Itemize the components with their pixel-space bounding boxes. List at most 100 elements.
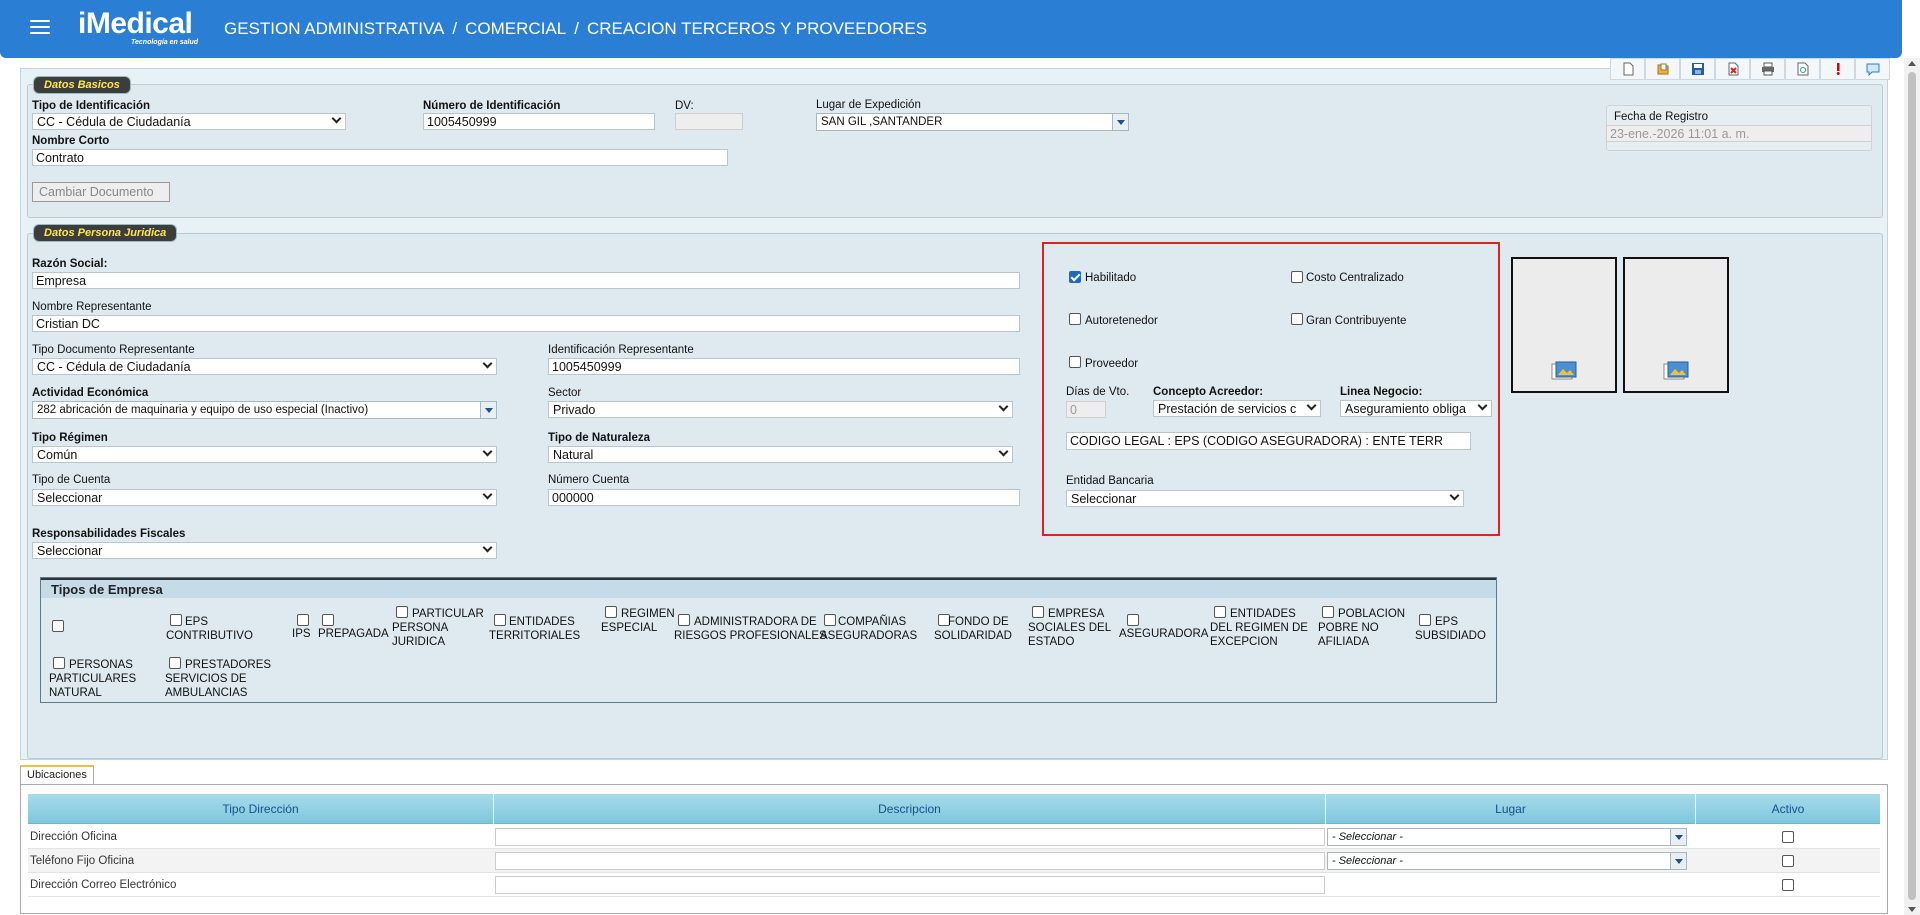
dropdown-arrow-icon[interactable] (480, 402, 496, 418)
activo-checkbox[interactable] (1782, 879, 1794, 891)
nombre-corto-input[interactable]: Contrato (32, 149, 728, 166)
resp-fiscales-select[interactable]: Seleccionar (32, 542, 497, 559)
dropdown-arrow-icon[interactable] (1112, 114, 1128, 130)
tipo-empresa-checkbox[interactable] (824, 614, 836, 626)
sector-select[interactable]: Privado (548, 401, 1013, 418)
autoretenedor-label: Autoretenedor (1085, 315, 1158, 327)
descripcion-input[interactable] (495, 828, 1325, 846)
tipo-empresa-checkbox[interactable] (1419, 614, 1431, 626)
dropdown-arrow-icon[interactable] (1670, 853, 1686, 869)
open-folder-icon[interactable] (1645, 58, 1680, 80)
cambiar-documento-button[interactable]: Cambiar Documento (32, 182, 170, 202)
tipo-empresa-checkbox[interactable] (1322, 606, 1334, 618)
tipo-empresa-label: PREPAGADA (318, 628, 389, 640)
tipo-regimen-select[interactable]: Común (32, 446, 497, 463)
activo-checkbox[interactable] (1782, 831, 1794, 843)
menu-icon[interactable] (30, 20, 50, 36)
linea-negocio-select[interactable]: Aseguramiento obliga (1340, 400, 1492, 417)
tipo-id-value: CC - Cédula de Ciudadanía (37, 115, 191, 129)
tipo-empresa-checkbox[interactable] (494, 614, 506, 626)
num-id-input[interactable]: 1005450999 (423, 113, 655, 130)
app-logo[interactable]: iMedical Tecnología en salud (78, 9, 198, 47)
tipo-empresa-checkbox[interactable] (678, 614, 690, 626)
gran-contribuyente-checkbox[interactable] (1291, 313, 1303, 325)
tipo-empresa-label: SUBSIDIADO (1415, 630, 1486, 642)
gran-contribuyente-label: Gran Contribuyente (1306, 315, 1407, 327)
scroll-down-icon[interactable] (1908, 907, 1916, 912)
column-lugar[interactable]: Lugar (1326, 794, 1696, 824)
nombre-corto-label: Nombre Corto (32, 135, 110, 147)
proveedor-checkbox[interactable] (1069, 356, 1081, 368)
tipo-empresa-checkbox[interactable] (52, 620, 64, 632)
tipo-empresa-label: DEL REGIMEN DE (1210, 622, 1308, 634)
numero-cuenta-label: Número Cuenta (548, 474, 630, 486)
dropdown-arrow-icon[interactable] (1670, 829, 1686, 845)
save-icon[interactable] (1680, 58, 1715, 80)
tipo-regimen-value: Común (37, 448, 78, 462)
delete-icon[interactable] (1715, 58, 1750, 80)
lugar-combo[interactable]: - Seleccionar - (1327, 852, 1687, 870)
tipo-empresa-checkbox[interactable] (396, 606, 408, 618)
codigo-legal-field[interactable]: CODIGO LEGAL : EPS (CODIGO ASEGURADORA) … (1066, 432, 1471, 450)
page-scrollbar[interactable] (1904, 58, 1920, 915)
tipo-naturaleza-select[interactable]: Natural (548, 446, 1013, 463)
breadcrumb-item-gestion[interactable]: GESTION ADMINISTRATIVA (224, 19, 444, 38)
nombre-representante-input[interactable]: Cristian DC (32, 315, 1020, 332)
descripcion-input[interactable] (495, 852, 1325, 870)
tipo-empresa-label: RIESGOS PROFESIONALES (674, 630, 827, 642)
breadcrumb-item-comercial[interactable]: COMERCIAL (465, 19, 566, 38)
tab-ubicaciones[interactable]: Ubicaciones (20, 765, 94, 785)
entidad-bancaria-select[interactable]: Seleccionar (1066, 490, 1464, 507)
column-tipo-direccion[interactable]: Tipo Dirección (28, 794, 494, 824)
costo-centralizado-checkbox[interactable] (1291, 271, 1303, 283)
alert-icon[interactable] (1820, 58, 1855, 80)
chevron-down-icon (482, 490, 493, 500)
column-descripcion[interactable]: Descripcion (494, 794, 1326, 824)
tipo-empresa-label: EMPRESA (1048, 608, 1105, 620)
activo-checkbox[interactable] (1782, 855, 1794, 867)
dias-vto-label: Días de Vto. (1066, 386, 1130, 398)
column-activo[interactable]: Activo (1696, 794, 1880, 824)
tipo-empresa-label: PERSONAS (69, 659, 133, 671)
tipo-empresa-label: TERRITORIALES (489, 630, 581, 642)
tipo-empresa-checkbox[interactable] (297, 614, 309, 626)
razon-social-input[interactable]: Empresa (32, 272, 1020, 289)
dias-vto-input: 0 (1066, 401, 1106, 418)
persona-juridica-legend: Datos Persona Juridica (34, 225, 177, 241)
tipo-empresa-checkbox[interactable] (1127, 614, 1139, 626)
logo-tagline: Tecnología en salud (131, 39, 199, 46)
tipo-doc-rep-select[interactable]: CC - Cédula de Ciudadanía (32, 358, 497, 375)
tipo-empresa-checkbox[interactable] (605, 606, 617, 618)
autoretenedor-checkbox[interactable] (1069, 313, 1081, 325)
tipo-empresa-label: ESTADO (1028, 636, 1075, 648)
tipo-empresa-checkbox[interactable] (1214, 606, 1226, 618)
tipo-empresa-checkbox[interactable] (169, 657, 181, 669)
descripcion-input[interactable] (495, 876, 1325, 894)
tipo-empresa-checkbox[interactable] (1032, 606, 1044, 618)
scroll-up-icon[interactable] (1908, 61, 1916, 66)
ubicaciones-panel: Tipo Dirección Descripcion Lugar Activo … (20, 784, 1888, 914)
concepto-acreedor-select[interactable]: Prestación de servicios c (1153, 400, 1321, 417)
image-upload-1[interactable] (1511, 257, 1617, 393)
tipo-cuenta-select[interactable]: Seleccionar (32, 489, 497, 506)
fecha-registro-label: Fecha de Registro (1614, 111, 1708, 123)
numero-cuenta-input[interactable]: 000000 (548, 489, 1020, 506)
tipo-empresa-checkbox[interactable] (53, 657, 65, 669)
new-document-icon[interactable] (1610, 58, 1645, 80)
scrollbar-thumb[interactable] (1908, 72, 1916, 900)
tipo-empresa-checkbox[interactable] (322, 614, 334, 626)
tipos-empresa-title: Tipos de Empresa (41, 578, 1496, 598)
image-upload-2[interactable] (1623, 257, 1729, 393)
actividad-combo[interactable]: 282 abricación de maquinaria y equipo de… (32, 401, 497, 419)
comment-icon[interactable] (1855, 58, 1890, 80)
print-icon[interactable] (1750, 58, 1785, 80)
costo-centralizado-label: Costo Centralizado (1306, 272, 1404, 284)
id-rep-input[interactable]: 1005450999 (548, 358, 1020, 375)
tipo-id-select[interactable]: CC - Cédula de Ciudadanía (32, 113, 346, 130)
lugar-expedicion-combo[interactable]: SAN GIL ,SANTANDER (816, 113, 1129, 131)
lugar-value: - Seleccionar - (1332, 831, 1403, 843)
habilitado-checkbox[interactable] (1069, 271, 1081, 283)
tipo-empresa-checkbox[interactable] (170, 614, 182, 626)
lugar-combo[interactable]: - Seleccionar - (1327, 828, 1687, 846)
preview-icon[interactable] (1785, 58, 1820, 80)
